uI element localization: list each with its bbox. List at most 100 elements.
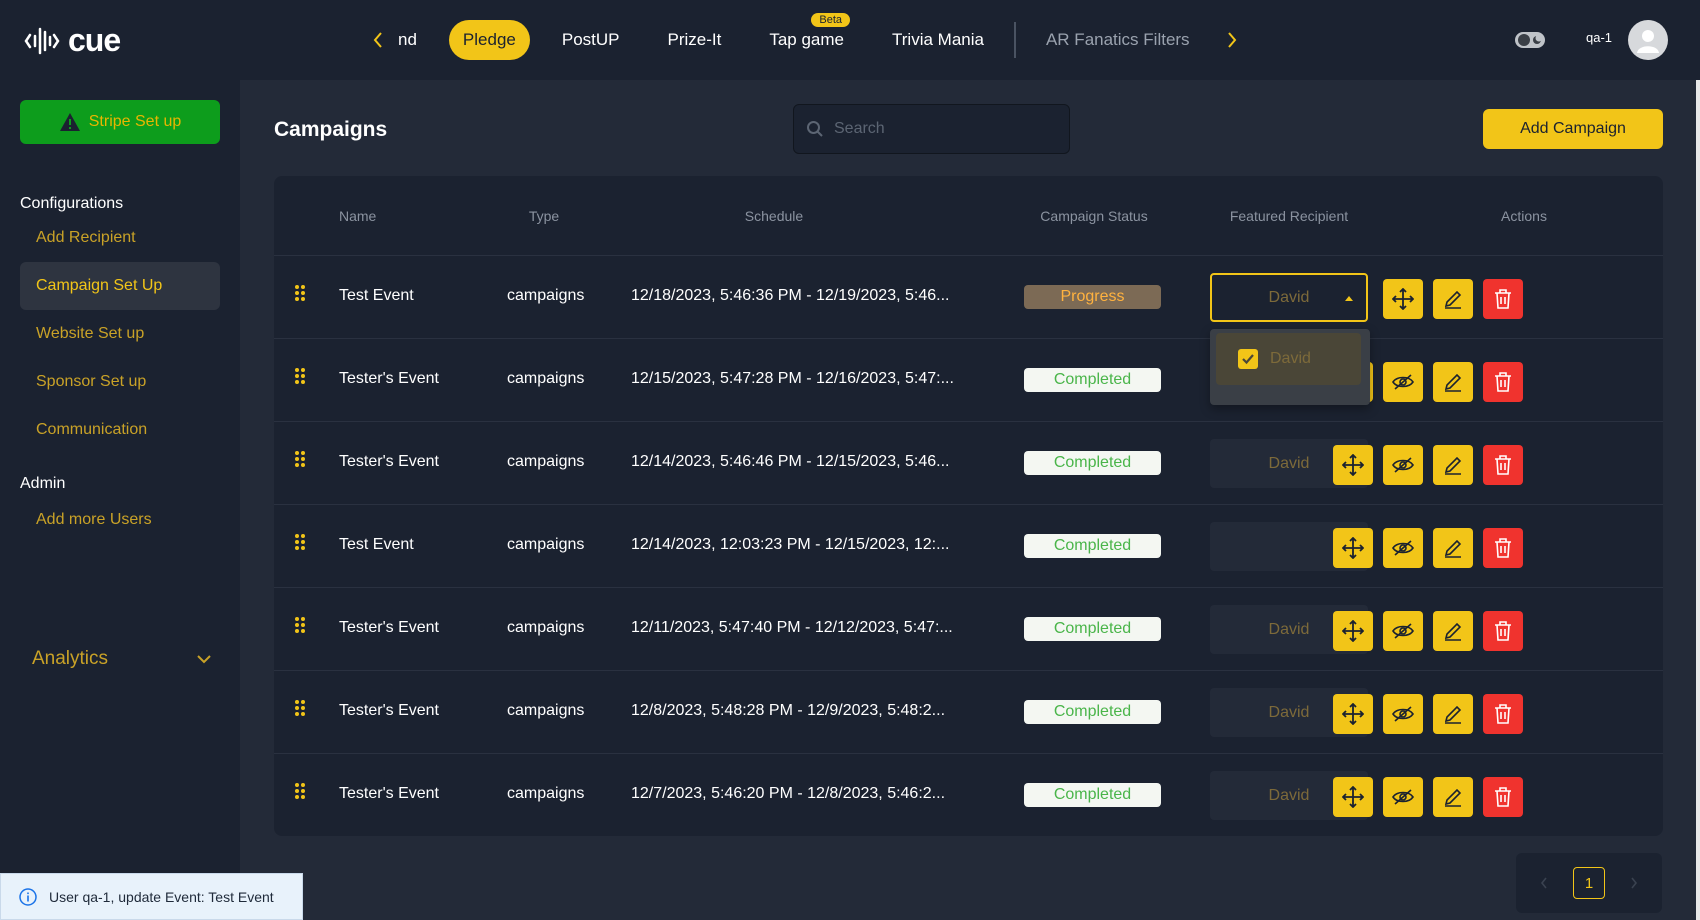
next-page-button[interactable] bbox=[1619, 867, 1649, 899]
move-button[interactable] bbox=[1333, 777, 1373, 817]
drag-handle-icon[interactable] bbox=[294, 616, 306, 639]
delete-button[interactable] bbox=[1483, 279, 1523, 319]
delete-button[interactable] bbox=[1483, 362, 1523, 402]
recipient-value: David bbox=[1268, 454, 1310, 472]
edit-button[interactable] bbox=[1433, 694, 1473, 734]
table-row: Tester's Event campaigns 12/8/2023, 5:48… bbox=[274, 671, 1663, 754]
drag-handle-icon[interactable] bbox=[294, 450, 306, 473]
hide-button[interactable] bbox=[1383, 528, 1423, 568]
table-row: Tester's Event campaigns 12/7/2023, 5:46… bbox=[274, 754, 1663, 837]
top-bar: cue nd Pledge PostUP Prize-It Tap game B… bbox=[0, 0, 1700, 80]
chevron-down-icon bbox=[197, 655, 211, 664]
column-campaign-status: Campaign Status bbox=[1040, 208, 1148, 224]
logo[interactable]: cue bbox=[24, 22, 121, 59]
campaign-schedule: 12/11/2023, 5:47:40 PM - 12/12/2023, 5:4… bbox=[631, 619, 953, 636]
campaign-schedule: 12/18/2023, 5:46:36 PM - 12/19/2023, 5:4… bbox=[631, 287, 950, 304]
campaign-name: Tester's Event bbox=[339, 619, 439, 636]
search-input[interactable] bbox=[834, 120, 1054, 138]
edit-button[interactable] bbox=[1433, 362, 1473, 402]
stripe-setup-button[interactable]: Stripe Set up bbox=[20, 100, 220, 144]
recipient-value: David bbox=[1268, 703, 1310, 721]
delete-button[interactable] bbox=[1483, 777, 1523, 817]
theme-toggle[interactable] bbox=[1514, 30, 1546, 55]
column-schedule: Schedule bbox=[744, 208, 804, 224]
tab-tap-game[interactable]: Tap game Beta bbox=[745, 13, 868, 60]
pagination: 1 bbox=[1516, 853, 1662, 913]
drag-handle-icon[interactable] bbox=[294, 699, 306, 722]
move-button[interactable] bbox=[1383, 279, 1423, 319]
column-name: Name bbox=[339, 208, 377, 224]
page-number[interactable]: 1 bbox=[1573, 867, 1605, 899]
delete-button[interactable] bbox=[1483, 445, 1523, 485]
recipient-option[interactable]: David bbox=[1216, 333, 1361, 385]
tab-trivia-mania[interactable]: Trivia Mania bbox=[868, 20, 1008, 60]
drag-handle-icon[interactable] bbox=[294, 782, 306, 805]
main-content: Campaigns Add Campaign Name Type Schedul… bbox=[240, 80, 1696, 920]
featured-recipient-select[interactable]: David bbox=[1210, 273, 1368, 322]
add-campaign-button[interactable]: Add Campaign bbox=[1483, 109, 1663, 149]
delete-button[interactable] bbox=[1483, 528, 1523, 568]
prev-page-button[interactable] bbox=[1529, 867, 1559, 899]
sidebar-item-sponsor-set-up[interactable]: Sponsor Set up bbox=[20, 358, 220, 406]
row-actions bbox=[1333, 528, 1523, 568]
page-scrollbar[interactable] bbox=[1696, 80, 1700, 920]
tab-prize-it[interactable]: Prize-It bbox=[644, 20, 746, 60]
sidebar-item-add-recipient[interactable]: Add Recipient bbox=[20, 214, 220, 262]
tab-nd[interactable]: nd bbox=[396, 20, 441, 60]
edit-button[interactable] bbox=[1433, 279, 1473, 319]
sidebar-item-campaign-set-up[interactable]: Campaign Set Up bbox=[20, 262, 220, 310]
tabs-scroll-left-button[interactable] bbox=[360, 20, 396, 60]
hide-button[interactable] bbox=[1383, 611, 1423, 651]
delete-button[interactable] bbox=[1483, 694, 1523, 734]
edit-button[interactable] bbox=[1433, 611, 1473, 651]
info-icon bbox=[19, 887, 37, 906]
row-actions bbox=[1333, 445, 1523, 485]
status-badge: Completed bbox=[1024, 617, 1161, 641]
delete-button[interactable] bbox=[1483, 611, 1523, 651]
hide-button[interactable] bbox=[1383, 694, 1423, 734]
recipient-value: David bbox=[1268, 288, 1310, 306]
row-actions bbox=[1333, 777, 1523, 817]
campaign-name: Tester's Event bbox=[339, 370, 439, 387]
tabs-scroll-right-button[interactable] bbox=[1214, 20, 1250, 60]
move-button[interactable] bbox=[1333, 611, 1373, 651]
campaign-type: campaigns bbox=[507, 453, 585, 470]
drag-handle-icon[interactable] bbox=[294, 284, 306, 307]
move-button[interactable] bbox=[1333, 694, 1373, 734]
hide-button[interactable] bbox=[1383, 445, 1423, 485]
trash-icon bbox=[1495, 621, 1511, 641]
trash-icon bbox=[1495, 538, 1511, 558]
avatar[interactable] bbox=[1628, 20, 1668, 60]
chevron-right-icon bbox=[1631, 877, 1638, 889]
admin-heading: Admin bbox=[20, 475, 66, 492]
table-row: Tester's Event campaigns 12/11/2023, 5:4… bbox=[274, 588, 1663, 671]
tab-ar-fanatics-filters[interactable]: AR Fanatics Filters bbox=[1022, 20, 1214, 60]
sidebar-item-add-more-users[interactable]: Add more Users bbox=[20, 496, 220, 544]
eye-off-icon bbox=[1392, 540, 1414, 556]
user-icon bbox=[1637, 30, 1659, 53]
row-actions bbox=[1333, 611, 1523, 651]
recipient-value: David bbox=[1268, 786, 1310, 804]
move-button[interactable] bbox=[1333, 445, 1373, 485]
edit-button[interactable] bbox=[1433, 445, 1473, 485]
hide-button[interactable] bbox=[1383, 777, 1423, 817]
user-name: qa-1 bbox=[1586, 30, 1613, 45]
drag-handle-icon[interactable] bbox=[294, 533, 306, 556]
tab-postup[interactable]: PostUP bbox=[538, 20, 644, 60]
edit-button[interactable] bbox=[1433, 777, 1473, 817]
hide-button[interactable] bbox=[1383, 362, 1423, 402]
edit-button[interactable] bbox=[1433, 528, 1473, 568]
theme-toggle-icon bbox=[1515, 32, 1545, 48]
sidebar-item-communication[interactable]: Communication bbox=[20, 406, 220, 454]
tab-pledge[interactable]: Pledge bbox=[448, 20, 530, 60]
logo-text: cue bbox=[68, 22, 121, 58]
eye-off-icon bbox=[1392, 457, 1414, 473]
drag-handle-icon[interactable] bbox=[294, 367, 306, 390]
eye-off-icon bbox=[1392, 789, 1414, 805]
sidebar-item-website-set-up[interactable]: Website Set up bbox=[20, 310, 220, 358]
move-button[interactable] bbox=[1333, 528, 1373, 568]
analytics-menu[interactable]: Analytics bbox=[32, 648, 212, 670]
beta-badge: Beta bbox=[811, 13, 851, 27]
campaign-type: campaigns bbox=[507, 536, 585, 553]
move-icon bbox=[1392, 288, 1414, 310]
